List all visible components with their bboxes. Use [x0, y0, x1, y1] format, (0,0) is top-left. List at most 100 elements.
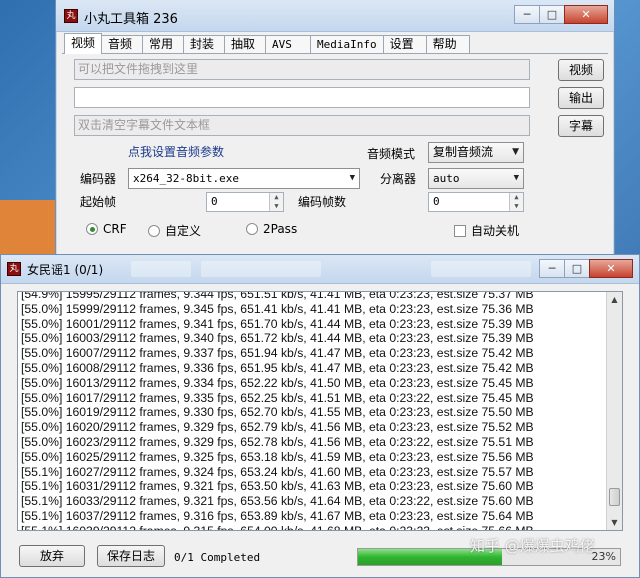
audio-params-link[interactable]: 点我设置音频参数 [128, 143, 224, 160]
output-file-input[interactable] [74, 87, 530, 108]
status-text: 0/1 Completed [174, 551, 261, 564]
maximize-button[interactable]: □ [539, 5, 565, 24]
spin-arrows-icon[interactable]: ▲ ▼ [509, 193, 523, 211]
encode-frames-spinner[interactable]: 0 ▲ ▼ [428, 192, 524, 212]
rate-mode-2pass[interactable]: 2Pass [246, 222, 297, 236]
ghost-background [131, 261, 191, 277]
rate-mode-custom-label: 自定义 [165, 224, 202, 238]
rate-mode-crf-label: CRF [103, 222, 127, 236]
ghost-background [201, 261, 321, 277]
tab-mediainfo[interactable]: MediaInfo [310, 35, 384, 54]
log-line: [55.0%] 16017/29112 frames, 9.335 fps, 6… [21, 390, 534, 405]
scroll-down-icon[interactable]: ▼ [607, 515, 622, 530]
vertical-scrollbar[interactable]: ▲ ▼ [606, 292, 622, 530]
encoder-select[interactable]: x264_32-8bit.exe ▼ [128, 168, 360, 189]
log-line: [55.0%] 16013/29112 frames, 9.334 fps, 6… [21, 375, 534, 390]
demuxer-value: auto [433, 172, 460, 185]
log-line: [55.0%] 15999/29112 frames, 9.345 fps, 6… [21, 301, 534, 316]
checkbox-icon [454, 224, 466, 237]
log-window-title: 女民谣1 (0/1) [27, 263, 104, 277]
tab-bar: 视频 音频 常用 封装 抽取 AVS MediaInfo 设置 帮助 [64, 33, 470, 54]
demuxer-select[interactable]: auto ▼ [428, 168, 524, 189]
log-app-icon: 丸 [7, 262, 21, 276]
watermark: 知乎 @爆爆虫鸡佬 [470, 537, 595, 555]
start-frame-spinner[interactable]: 0 ▲ ▼ [206, 192, 284, 212]
close-button[interactable]: ✕ [564, 5, 608, 24]
log-line: [55.0%] 16025/29112 frames, 9.325 fps, 6… [21, 449, 534, 464]
log-output[interactable]: [54.9%] 15995/29112 frames, 9.344 fps, 6… [17, 291, 623, 531]
audio-mode-value: 复制音频流 [433, 145, 494, 159]
encode-frames-label: 编码帧数 [298, 195, 347, 209]
close-button[interactable]: ✕ [589, 259, 633, 278]
main-titlebar[interactable]: 丸 小丸工具箱 236 ─ □ ✕ [56, 0, 614, 32]
log-line: [55.0%] 16001/29112 frames, 9.341 fps, 6… [21, 316, 534, 331]
tab-mux[interactable]: 封装 [183, 35, 226, 54]
rate-mode-crf[interactable]: CRF [86, 222, 127, 236]
log-line: [55.0%] 16003/29112 frames, 9.340 fps, 6… [21, 331, 534, 346]
window-title: 小丸工具箱 236 [84, 12, 178, 27]
start-frame-value: 0 [211, 195, 218, 208]
spin-down-icon[interactable]: ▼ [514, 202, 518, 210]
audio-mode-label: 音频模式 [367, 147, 416, 161]
rate-mode-2pass-label: 2Pass [263, 222, 298, 236]
app-icon: 丸 [64, 9, 78, 23]
auto-shutdown-label: 自动关机 [471, 224, 520, 238]
tab-extract[interactable]: 抽取 [224, 35, 267, 54]
demuxer-label: 分离器 [380, 172, 417, 186]
spin-down-icon[interactable]: ▼ [274, 202, 278, 210]
ghost-background [431, 261, 531, 277]
chevron-down-icon: ▼ [513, 173, 519, 183]
video-button[interactable]: 视频 [558, 59, 604, 81]
radio-icon [148, 224, 160, 237]
minimize-button[interactable]: ─ [514, 5, 540, 24]
log-line: [55.0%] 16023/29112 frames, 9.329 fps, 6… [21, 434, 534, 449]
progress-text: 23% [591, 550, 616, 563]
window-controls: ─ □ ✕ [514, 5, 608, 24]
main-window: 丸 小丸工具箱 236 ─ □ ✕ 视频 音频 常用 封装 抽取 AVS Med… [55, 0, 615, 262]
encode-log-window: 丸 女民谣1 (0/1) ─ □ ✕ [54.9%] 15995/29112 f… [0, 254, 640, 578]
spin-arrows-icon[interactable]: ▲ ▼ [269, 193, 283, 211]
scroll-thumb[interactable] [609, 488, 620, 506]
log-window-controls: ─ □ ✕ [539, 259, 633, 278]
log-titlebar[interactable]: 丸 女民谣1 (0/1) ─ □ ✕ [1, 255, 639, 284]
tab-settings[interactable]: 设置 [382, 35, 427, 54]
tab-help[interactable]: 帮助 [425, 35, 470, 54]
log-line: [55.1%] 16033/29112 frames, 9.321 fps, 6… [21, 494, 534, 509]
rate-mode-custom[interactable]: 自定义 [148, 222, 201, 239]
tab-common[interactable]: 常用 [142, 35, 185, 54]
encoder-value: x264_32-8bit.exe [133, 172, 239, 185]
log-lines: [54.9%] 15995/29112 frames, 9.344 fps, 6… [21, 291, 606, 531]
maximize-button[interactable]: □ [564, 259, 590, 278]
start-frame-label: 起始帧 [80, 195, 117, 209]
save-log-button[interactable]: 保存日志 [97, 545, 165, 567]
log-line: [55.0%] 16020/29112 frames, 9.329 fps, 6… [21, 420, 534, 435]
encoder-label: 编码器 [80, 172, 117, 186]
spin-up-icon[interactable]: ▲ [514, 193, 518, 201]
auto-shutdown-checkbox[interactable]: 自动关机 [454, 222, 519, 239]
log-line: [55.1%] 16039/29112 frames, 9.315 fps, 6… [21, 523, 534, 531]
abort-button[interactable]: 放弃 [19, 545, 85, 567]
tab-audio[interactable]: 音频 [101, 35, 144, 54]
subtitle-button[interactable]: 字幕 [558, 115, 604, 137]
chevron-down-icon: ▼ [349, 173, 355, 183]
tab-avs[interactable]: AVS [265, 35, 312, 54]
log-line: [55.1%] 16031/29112 frames, 9.321 fps, 6… [21, 479, 534, 494]
subtitle-file-input[interactable]: 双击清空字幕文件文本框 [74, 115, 530, 136]
log-line: [55.0%] 16007/29112 frames, 9.337 fps, 6… [21, 346, 534, 361]
video-file-input[interactable]: 可以把文件拖拽到这里 [74, 59, 530, 80]
scroll-up-icon[interactable]: ▲ [607, 292, 622, 307]
log-line: [54.9%] 15995/29112 frames, 9.344 fps, 6… [21, 291, 534, 301]
log-line: [55.1%] 16027/29112 frames, 9.324 fps, 6… [21, 464, 534, 479]
radio-icon [246, 223, 258, 235]
output-button[interactable]: 输出 [558, 87, 604, 109]
log-line: [55.0%] 16008/29112 frames, 9.336 fps, 6… [21, 360, 534, 375]
tab-video[interactable]: 视频 [64, 33, 103, 54]
spin-up-icon[interactable]: ▲ [274, 193, 278, 201]
audio-mode-select[interactable]: 复制音频流 ▼ [428, 142, 524, 163]
minimize-button[interactable]: ─ [539, 259, 565, 278]
log-line: [55.0%] 16019/29112 frames, 9.330 fps, 6… [21, 405, 534, 420]
radio-selected-icon [86, 223, 98, 235]
video-tab-panel: 可以把文件拖拽到这里 视频 输出 双击清空字幕文件文本框 字幕 点我设置音频参数… [62, 53, 608, 258]
chevron-down-icon: ▼ [512, 147, 519, 157]
encode-frames-value: 0 [433, 195, 440, 208]
